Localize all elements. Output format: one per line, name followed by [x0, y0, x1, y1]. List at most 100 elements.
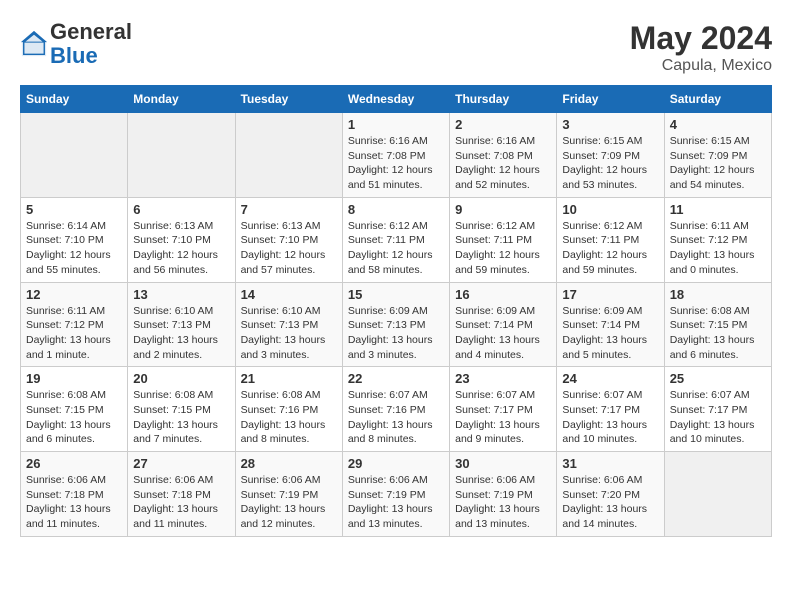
table-row: 15Sunrise: 6:09 AMSunset: 7:13 PMDayligh… — [342, 282, 449, 367]
day-number: 8 — [348, 202, 444, 217]
day-number: 26 — [26, 456, 122, 471]
day-number: 10 — [562, 202, 658, 217]
table-row: 4 Sunrise: 6:15 AMSunset: 7:09 PMDaylight… — [664, 113, 771, 198]
table-row: 31 Sunrise: 6:06 AMSunset: 7:20 PMDayligh… — [557, 452, 664, 537]
day-info: Sunrise: 6:10 AMSunset: 7:13 PMDaylight:… — [133, 304, 229, 363]
day-number: 29 — [348, 456, 444, 471]
table-row: 3 Sunrise: 6:15 AMSunset: 7:09 PMDaylight… — [557, 113, 664, 198]
day-number: 4 — [670, 117, 766, 132]
col-friday: Friday — [557, 86, 664, 113]
calendar-week-row: 5Sunrise: 6:14 AMSunset: 7:10 PMDaylight… — [21, 197, 772, 282]
col-tuesday: Tuesday — [235, 86, 342, 113]
day-number: 9 — [455, 202, 551, 217]
day-number: 22 — [348, 371, 444, 386]
day-info: Sunrise: 6:08 AMSunset: 7:16 PMDaylight:… — [241, 388, 337, 447]
day-number: 27 — [133, 456, 229, 471]
table-row — [664, 452, 771, 537]
day-number: 1 — [348, 117, 444, 132]
table-row: 24Sunrise: 6:07 AMSunset: 7:17 PMDayligh… — [557, 367, 664, 452]
day-info: Sunrise: 6:06 AMSunset: 7:19 PMDaylight:… — [348, 473, 444, 532]
day-info: Sunrise: 6:15 AMSunset: 7:09 PMDaylight:… — [670, 134, 766, 193]
day-info: Sunrise: 6:11 AMSunset: 7:12 PMDaylight:… — [670, 219, 766, 278]
day-info: Sunrise: 6:16 AMSunset: 7:08 PMDaylight:… — [348, 134, 444, 193]
day-number: 18 — [670, 287, 766, 302]
table-row: 14 Sunrise: 6:10 AMSunset: 7:13 PMDayligh… — [235, 282, 342, 367]
table-row — [21, 113, 128, 198]
table-row: 5Sunrise: 6:14 AMSunset: 7:10 PMDaylight… — [21, 197, 128, 282]
day-info: Sunrise: 6:07 AMSunset: 7:17 PMDaylight:… — [670, 388, 766, 447]
calendar-table: Sunday Monday Tuesday Wednesday Thursday… — [20, 85, 772, 537]
day-info: Sunrise: 6:13 AMSunset: 7:10 PMDaylight:… — [241, 219, 337, 278]
month-year-title: May 2024 — [630, 20, 772, 57]
day-number: 3 — [562, 117, 658, 132]
table-row: 22Sunrise: 6:07 AMSunset: 7:16 PMDayligh… — [342, 367, 449, 452]
calendar-week-row: 26 Sunrise: 6:06 AMSunset: 7:18 PMDayligh… — [21, 452, 772, 537]
table-row: 27 Sunrise: 6:06 AMSunset: 7:18 PMDayligh… — [128, 452, 235, 537]
day-info: Sunrise: 6:12 AMSunset: 7:11 PMDaylight:… — [562, 219, 658, 278]
table-row: 13 Sunrise: 6:10 AMSunset: 7:13 PMDayligh… — [128, 282, 235, 367]
table-row: 18Sunrise: 6:08 AMSunset: 7:15 PMDayligh… — [664, 282, 771, 367]
logo-text: General Blue — [50, 20, 132, 68]
day-number: 13 — [133, 287, 229, 302]
table-row: 23Sunrise: 6:07 AMSunset: 7:17 PMDayligh… — [450, 367, 557, 452]
day-number: 21 — [241, 371, 337, 386]
day-info: Sunrise: 6:10 AMSunset: 7:13 PMDaylight:… — [241, 304, 337, 363]
day-info: Sunrise: 6:09 AMSunset: 7:14 PMDaylight:… — [562, 304, 658, 363]
day-info: Sunrise: 6:07 AMSunset: 7:17 PMDaylight:… — [455, 388, 551, 447]
table-row — [235, 113, 342, 198]
day-number: 31 — [562, 456, 658, 471]
day-info: Sunrise: 6:06 AMSunset: 7:18 PMDaylight:… — [26, 473, 122, 532]
day-info: Sunrise: 6:11 AMSunset: 7:12 PMDaylight:… — [26, 304, 122, 363]
col-monday: Monday — [128, 86, 235, 113]
table-row: 29 Sunrise: 6:06 AMSunset: 7:19 PMDayligh… — [342, 452, 449, 537]
table-row: 2 Sunrise: 6:16 AMSunset: 7:08 PMDaylight… — [450, 113, 557, 198]
day-number: 11 — [670, 202, 766, 217]
day-number: 15 — [348, 287, 444, 302]
day-number: 25 — [670, 371, 766, 386]
calendar-header-row: Sunday Monday Tuesday Wednesday Thursday… — [21, 86, 772, 113]
day-number: 16 — [455, 287, 551, 302]
page-header: General Blue May 2024 Capula, Mexico — [20, 20, 772, 75]
table-row: 25 Sunrise: 6:07 AMSunset: 7:17 PMDayligh… — [664, 367, 771, 452]
table-row: 11 Sunrise: 6:11 AMSunset: 7:12 PMDayligh… — [664, 197, 771, 282]
day-number: 14 — [241, 287, 337, 302]
day-info: Sunrise: 6:13 AMSunset: 7:10 PMDaylight:… — [133, 219, 229, 278]
col-saturday: Saturday — [664, 86, 771, 113]
table-row: 20 Sunrise: 6:08 AMSunset: 7:15 PMDayligh… — [128, 367, 235, 452]
day-info: Sunrise: 6:12 AMSunset: 7:11 PMDaylight:… — [348, 219, 444, 278]
title-block: May 2024 Capula, Mexico — [630, 20, 772, 75]
table-row: 17 Sunrise: 6:09 AMSunset: 7:14 PMDayligh… — [557, 282, 664, 367]
table-row: 10 Sunrise: 6:12 AMSunset: 7:11 PMDayligh… — [557, 197, 664, 282]
logo: General Blue — [20, 20, 132, 68]
location-subtitle: Capula, Mexico — [630, 57, 772, 75]
day-info: Sunrise: 6:16 AMSunset: 7:08 PMDaylight:… — [455, 134, 551, 193]
day-info: Sunrise: 6:06 AMSunset: 7:18 PMDaylight:… — [133, 473, 229, 532]
table-row: 9Sunrise: 6:12 AMSunset: 7:11 PMDaylight… — [450, 197, 557, 282]
table-row: 6Sunrise: 6:13 AMSunset: 7:10 PMDaylight… — [128, 197, 235, 282]
day-info: Sunrise: 6:09 AMSunset: 7:14 PMDaylight:… — [455, 304, 551, 363]
day-info: Sunrise: 6:06 AMSunset: 7:20 PMDaylight:… — [562, 473, 658, 532]
day-number: 28 — [241, 456, 337, 471]
table-row: 16 Sunrise: 6:09 AMSunset: 7:14 PMDayligh… — [450, 282, 557, 367]
day-number: 2 — [455, 117, 551, 132]
col-sunday: Sunday — [21, 86, 128, 113]
day-info: Sunrise: 6:07 AMSunset: 7:17 PMDaylight:… — [562, 388, 658, 447]
calendar-week-row: 1 Sunrise: 6:16 AMSunset: 7:08 PMDaylight… — [21, 113, 772, 198]
day-info: Sunrise: 6:08 AMSunset: 7:15 PMDaylight:… — [133, 388, 229, 447]
table-row: 12 Sunrise: 6:11 AMSunset: 7:12 PMDayligh… — [21, 282, 128, 367]
day-info: Sunrise: 6:14 AMSunset: 7:10 PMDaylight:… — [26, 219, 122, 278]
day-number: 7 — [241, 202, 337, 217]
table-row — [128, 113, 235, 198]
day-info: Sunrise: 6:15 AMSunset: 7:09 PMDaylight:… — [562, 134, 658, 193]
col-thursday: Thursday — [450, 86, 557, 113]
table-row: 19Sunrise: 6:08 AMSunset: 7:15 PMDayligh… — [21, 367, 128, 452]
day-number: 12 — [26, 287, 122, 302]
day-number: 17 — [562, 287, 658, 302]
logo-icon — [20, 30, 48, 58]
table-row: 7 Sunrise: 6:13 AMSunset: 7:10 PMDaylight… — [235, 197, 342, 282]
col-wednesday: Wednesday — [342, 86, 449, 113]
day-number: 20 — [133, 371, 229, 386]
calendar-week-row: 12 Sunrise: 6:11 AMSunset: 7:12 PMDayligh… — [21, 282, 772, 367]
day-number: 19 — [26, 371, 122, 386]
calendar-week-row: 19 Sunrise: 6:08 AMSunset: 7:15 PMDayligh… — [21, 367, 772, 452]
